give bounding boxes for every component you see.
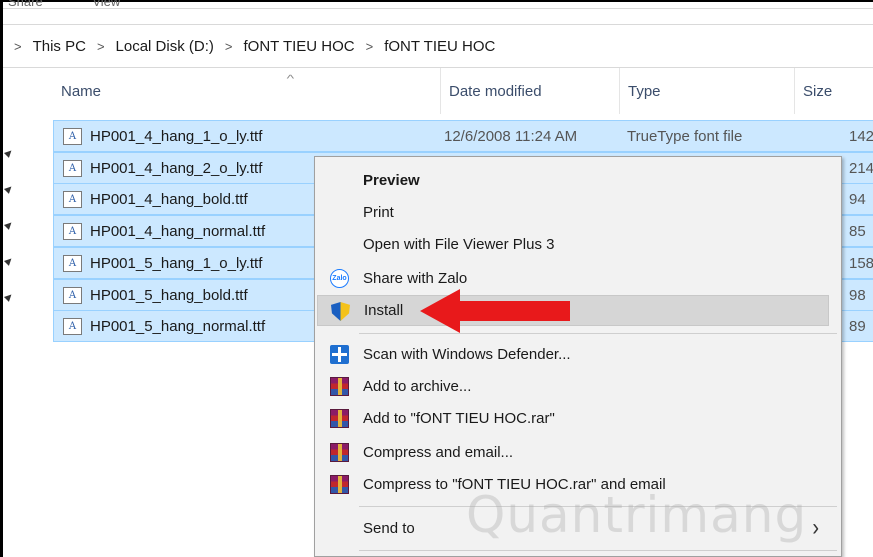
file-size: 94 xyxy=(849,190,866,208)
menu-item-label: Scan with Windows Defender... xyxy=(363,346,571,363)
menu-item-open-with[interactable]: Open with File Viewer Plus 3 xyxy=(315,229,841,260)
menu-item-add-archive[interactable]: Add to archive... xyxy=(315,371,841,402)
menu-item-send-to[interactable]: Send to › xyxy=(315,513,841,544)
winrar-icon xyxy=(330,377,349,396)
column-size[interactable]: Size xyxy=(794,68,873,114)
file-name: HP001_5_hang_bold.ttf xyxy=(90,286,248,304)
menu-separator xyxy=(359,333,837,334)
uac-shield-icon xyxy=(331,302,350,321)
column-name-label: Name xyxy=(61,82,102,100)
ribbon-tab-view[interactable]: View xyxy=(92,0,120,8)
chevron-right-icon[interactable]: > xyxy=(14,39,22,54)
file-size: 158 xyxy=(849,254,873,272)
ribbon-tabs[interactable]: Share View xyxy=(8,0,166,8)
column-date-label: Date modified xyxy=(449,82,542,100)
menu-item-label: Compress to "fONT TIEU HOC.rar" and emai… xyxy=(363,476,666,493)
breadcrumb-font-folder[interactable]: fONT TIEU HOC xyxy=(243,38,354,55)
file-type: TrueType font file xyxy=(627,127,743,145)
chevron-right-icon[interactable]: > xyxy=(225,39,233,54)
column-size-label: Size xyxy=(803,82,833,100)
menu-item-label: Print xyxy=(363,204,394,221)
font-file-icon: A xyxy=(63,254,82,272)
file-name: HP001_5_hang_1_o_ly.ttf xyxy=(90,254,263,272)
menu-item-share-zalo[interactable]: Zalo Share with Zalo xyxy=(315,263,841,294)
menu-item-compress-rar-email[interactable]: Compress to "fONT TIEU HOC.rar" and emai… xyxy=(315,469,841,500)
file-name: HP001_4_hang_normal.ttf xyxy=(90,222,266,240)
breadcrumb-font-subfolder[interactable]: fONT TIEU HOC xyxy=(384,38,495,55)
menu-item-install[interactable]: Install xyxy=(317,295,829,326)
column-name[interactable]: Name ^ xyxy=(53,68,434,114)
font-file-icon: A xyxy=(63,286,82,304)
file-name: HP001_5_hang_normal.ttf xyxy=(90,317,266,335)
menu-item-preview[interactable]: Preview xyxy=(315,165,841,196)
font-file-icon: A xyxy=(63,222,82,240)
menu-item-compress-email[interactable]: Compress and email... xyxy=(315,437,841,468)
font-file-icon: A xyxy=(63,317,82,335)
menu-separator xyxy=(359,550,837,551)
menu-item-label: Compress and email... xyxy=(363,444,514,461)
file-size: 214 xyxy=(849,159,873,177)
file-row[interactable]: A HP001_4_hang_1_o_ly.ttf 12/6/2008 11:2… xyxy=(53,120,873,152)
sort-ascending-icon: ^ xyxy=(286,74,295,85)
address-bar[interactable]: > This PC > Local Disk (D:) > fONT TIEU … xyxy=(3,24,873,68)
font-file-icon: A xyxy=(63,127,82,145)
menu-item-add-to-rar[interactable]: Add to "fONT TIEU HOC.rar" xyxy=(315,403,841,434)
red-arrow-annotation xyxy=(420,289,570,333)
breadcrumb-this-pc[interactable]: This PC xyxy=(33,38,86,55)
windows-defender-icon xyxy=(330,345,349,364)
winrar-icon xyxy=(330,475,349,494)
menu-item-scan-defender[interactable]: Scan with Windows Defender... xyxy=(315,339,841,370)
menu-item-label: Preview xyxy=(363,172,420,189)
file-name: HP001_4_hang_bold.ttf xyxy=(90,190,248,208)
column-type-label: Type xyxy=(628,82,661,100)
file-date: 12/6/2008 11:24 AM xyxy=(444,127,578,145)
winrar-icon xyxy=(330,409,349,428)
ribbon-divider xyxy=(3,8,873,9)
file-size: 142 xyxy=(849,127,873,145)
chevron-right-icon: › xyxy=(812,514,819,542)
winrar-icon xyxy=(330,443,349,462)
breadcrumb-local-disk[interactable]: Local Disk (D:) xyxy=(116,38,214,55)
font-file-icon: A xyxy=(63,159,82,177)
file-name: HP001_4_hang_1_o_ly.ttf xyxy=(90,127,263,145)
file-name: HP001_4_hang_2_o_ly.ttf xyxy=(90,159,263,177)
context-menu: Preview Print Open with File Viewer Plus… xyxy=(314,156,842,557)
chevron-right-icon[interactable]: > xyxy=(97,39,105,54)
menu-item-label: Open with File Viewer Plus 3 xyxy=(363,236,555,253)
font-file-icon: A xyxy=(63,190,82,208)
menu-item-print[interactable]: Print xyxy=(315,197,841,228)
menu-item-label: Add to archive... xyxy=(363,378,472,395)
column-type[interactable]: Type xyxy=(619,68,794,114)
chevron-right-icon[interactable]: > xyxy=(366,39,374,54)
file-size: 98 xyxy=(849,286,866,304)
column-date-modified[interactable]: Date modified xyxy=(440,68,618,114)
menu-item-label: Add to "fONT TIEU HOC.rar" xyxy=(363,410,555,427)
menu-item-label: Install xyxy=(364,302,404,319)
menu-item-label: Share with Zalo xyxy=(363,270,468,287)
file-size: 85 xyxy=(849,222,866,240)
menu-separator xyxy=(359,506,837,507)
zalo-icon: Zalo xyxy=(330,269,349,288)
file-size: 89 xyxy=(849,317,866,335)
menu-item-label: Send to xyxy=(363,520,415,537)
column-header: Name ^ Date modified Type Size xyxy=(3,68,873,114)
ribbon-tab-share[interactable]: Share xyxy=(8,0,43,8)
